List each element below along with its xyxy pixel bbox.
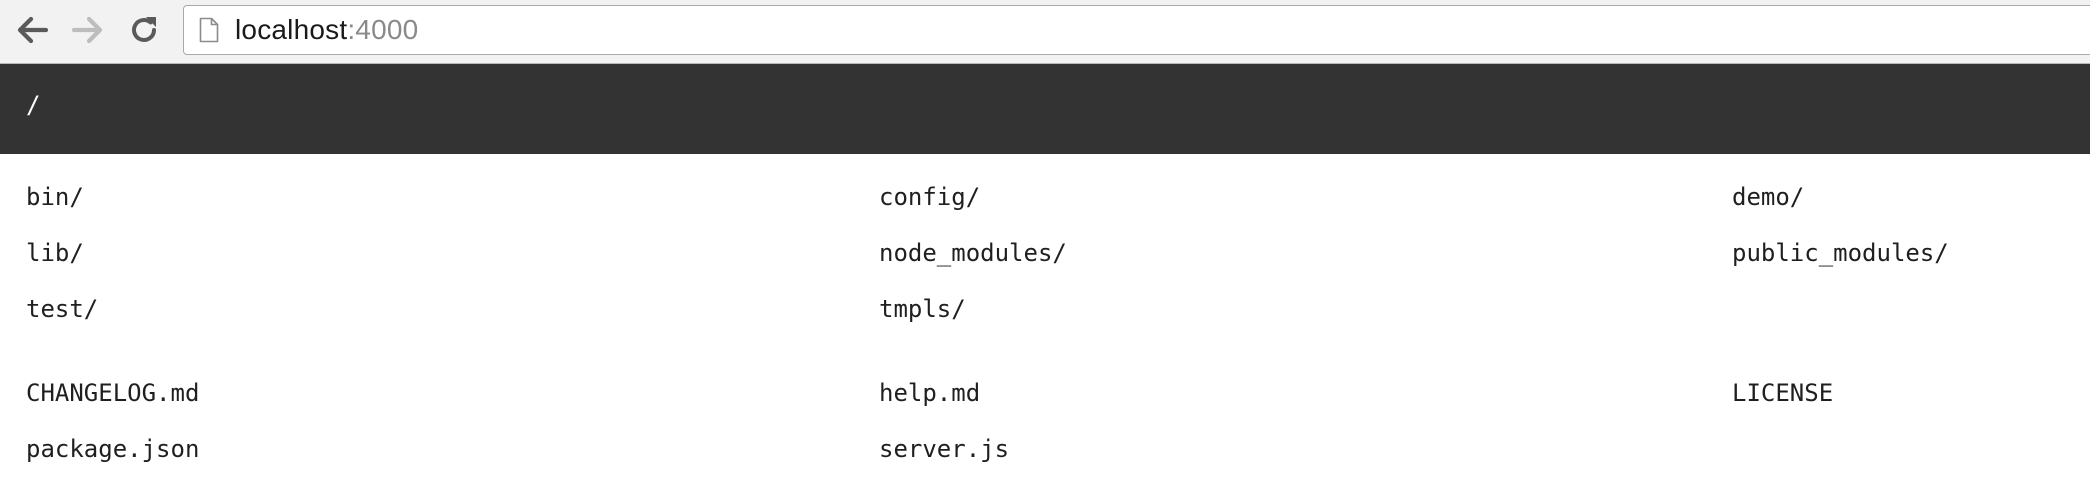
directory-grid: bin/ config/ demo/ lib/ node_modules/ pu… — [0, 169, 2090, 337]
file-link[interactable]: package.json — [0, 421, 853, 477]
url-host: localhost — [235, 14, 348, 45]
empty-cell — [1706, 281, 2090, 337]
file-link[interactable]: server.js — [853, 421, 1706, 477]
arrow-right-icon — [71, 16, 103, 44]
page-header: / — [0, 64, 2090, 154]
back-button[interactable] — [10, 10, 54, 50]
url-port: :4000 — [347, 14, 419, 45]
file-link[interactable]: LICENSE — [1706, 365, 2090, 421]
forward-button[interactable] — [66, 10, 110, 50]
document-icon — [197, 16, 221, 44]
reload-icon — [132, 17, 156, 42]
directory-link[interactable]: lib/ — [0, 225, 853, 281]
arrow-left-icon — [17, 16, 49, 44]
directory-link[interactable]: tmpls/ — [853, 281, 1706, 337]
browser-toolbar: localhost:4000 — [0, 0, 2090, 64]
reload-button[interactable] — [122, 10, 166, 50]
directory-link[interactable]: config/ — [853, 169, 1706, 225]
current-path: / — [26, 91, 41, 119]
directory-link[interactable]: node_modules/ — [853, 225, 1706, 281]
file-grid: CHANGELOG.md help.md LICENSE package.jso… — [0, 365, 2090, 477]
directory-listing: bin/ config/ demo/ lib/ node_modules/ pu… — [0, 154, 2090, 477]
directory-link[interactable]: public_modules/ — [1706, 225, 2090, 281]
file-link[interactable]: help.md — [853, 365, 1706, 421]
directory-link[interactable]: test/ — [0, 281, 853, 337]
file-link[interactable]: CHANGELOG.md — [0, 365, 853, 421]
directory-link[interactable]: demo/ — [1706, 169, 2090, 225]
address-url[interactable]: localhost:4000 — [235, 14, 418, 46]
address-bar[interactable]: localhost:4000 — [183, 5, 2090, 55]
directory-link[interactable]: bin/ — [0, 169, 853, 225]
empty-cell — [1706, 421, 2090, 477]
